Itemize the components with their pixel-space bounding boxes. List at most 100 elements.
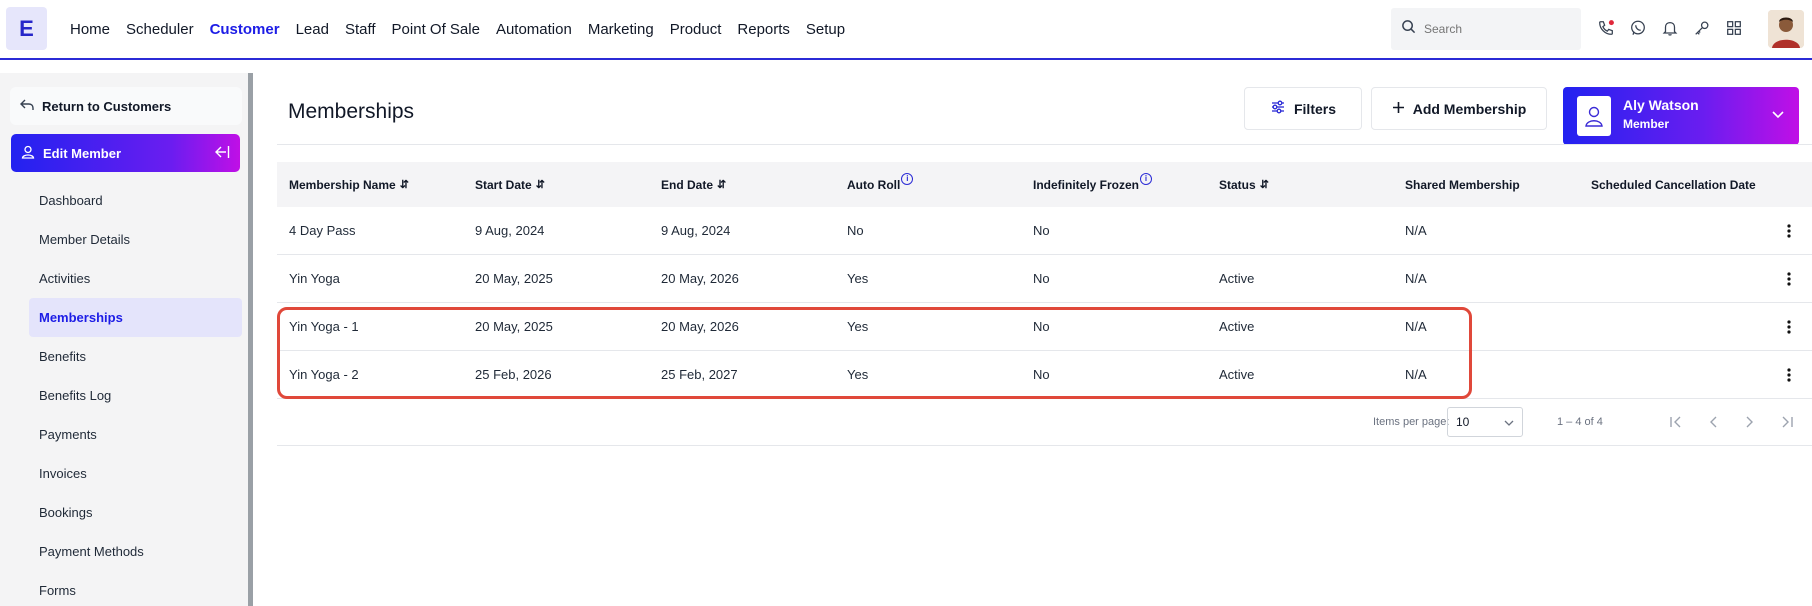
pagination: Items per page: 10 1 – 4 of 4 xyxy=(277,399,1812,446)
cell-end-date: 25 Feb, 2027 xyxy=(661,367,738,382)
return-label: Return to Customers xyxy=(42,98,172,114)
main-nav: Home Scheduler Customer Lead Staff Point… xyxy=(70,0,845,58)
row-actions-kebab-icon[interactable] xyxy=(1779,303,1799,350)
sort-icon: ⇵ xyxy=(1259,179,1269,191)
cell-indefinitely-frozen: No xyxy=(1033,271,1050,286)
cell-membership-name: Yin Yoga - 1 xyxy=(289,319,359,334)
plus-icon xyxy=(1392,101,1405,117)
edit-member-header: Edit Member xyxy=(11,134,240,172)
nav-item-automation[interactable]: Automation xyxy=(496,21,572,38)
cell-scheduled-cancellation xyxy=(1591,207,1771,254)
return-arrow-icon xyxy=(20,99,34,114)
sidebar-item-benefits[interactable]: Benefits xyxy=(29,337,242,376)
user-icon xyxy=(21,145,35,162)
col-membership-name[interactable]: Membership Name ⇵ xyxy=(289,162,409,207)
next-page-icon[interactable] xyxy=(1739,411,1761,433)
last-page-icon[interactable] xyxy=(1776,411,1798,433)
cell-status: Active xyxy=(1219,319,1255,334)
nav-item-customer[interactable]: Customer xyxy=(210,21,280,38)
add-membership-button[interactable]: Add Membership xyxy=(1371,87,1547,130)
collapse-sidebar-icon[interactable] xyxy=(214,144,230,163)
col-auto-roll: Auto Roll i xyxy=(847,162,914,207)
filters-label: Filters xyxy=(1293,100,1336,117)
sidebar-item-dashboard[interactable]: Dashboard xyxy=(29,181,242,220)
cell-end-date: 20 May, 2026 xyxy=(661,319,739,334)
phone-icon[interactable] xyxy=(1596,17,1616,39)
items-per-page-select[interactable]: 10 xyxy=(1447,407,1523,437)
col-scheduled-cancellation-date: Scheduled Cancellation Date xyxy=(1591,177,1756,192)
cell-end-date: 9 Aug, 2024 xyxy=(661,223,731,238)
row-actions-kebab-icon[interactable] xyxy=(1779,255,1799,302)
row-actions-kebab-icon[interactable] xyxy=(1779,207,1799,254)
previous-page-icon[interactable] xyxy=(1702,411,1724,433)
first-page-icon[interactable] xyxy=(1665,411,1687,433)
grid-icon[interactable] xyxy=(1724,17,1744,39)
row-actions-kebab-icon[interactable] xyxy=(1779,351,1799,398)
nav-item-marketing[interactable]: Marketing xyxy=(588,21,654,38)
search-box[interactable] xyxy=(1391,8,1581,50)
edit-member-label: Edit Member xyxy=(43,145,122,161)
table-row[interactable]: Yin Yoga - 1 20 May, 2025 20 May, 2026 Y… xyxy=(277,303,1812,351)
cell-auto-roll: Yes xyxy=(847,367,869,382)
cell-scheduled-cancellation xyxy=(1591,303,1771,350)
bell-icon[interactable] xyxy=(1660,17,1680,39)
col-status[interactable]: Status ⇵ xyxy=(1219,162,1269,207)
nav-item-staff[interactable]: Staff xyxy=(345,21,376,38)
sidebar-item-payment-methods[interactable]: Payment Methods xyxy=(29,532,242,571)
col-end-date[interactable]: End Date ⇵ xyxy=(661,162,726,207)
sort-icon: ⇵ xyxy=(399,179,409,191)
sidebar-item-memberships[interactable]: Memberships xyxy=(29,298,242,337)
cell-indefinitely-frozen: No xyxy=(1033,367,1050,382)
sidebar-item-forms[interactable]: Forms xyxy=(29,571,242,606)
return-to-customers-button[interactable]: Return to Customers xyxy=(10,87,242,125)
nav-item-point-of-sale[interactable]: Point Of Sale xyxy=(392,21,480,38)
search-icon xyxy=(1401,19,1416,39)
whatsapp-icon[interactable] xyxy=(1628,17,1648,39)
cell-membership-name: Yin Yoga xyxy=(289,271,340,286)
cell-indefinitely-frozen: No xyxy=(1033,319,1050,334)
table-row[interactable]: 4 Day Pass 9 Aug, 2024 9 Aug, 2024 No No… xyxy=(277,207,1812,255)
cell-auto-roll: Yes xyxy=(847,319,869,334)
col-indefinitely-frozen: Indefinitely Frozen i xyxy=(1033,162,1153,207)
nav-item-reports[interactable]: Reports xyxy=(737,21,790,38)
info-icon[interactable]: i xyxy=(901,172,914,185)
sidebar-item-activities[interactable]: Activities xyxy=(29,259,242,298)
nav-item-product[interactable]: Product xyxy=(670,21,722,38)
cell-shared-membership: N/A xyxy=(1405,271,1427,286)
sidebar-item-benefits-log[interactable]: Benefits Log xyxy=(29,376,242,415)
cell-status: Active xyxy=(1219,271,1255,286)
sidebar-item-member-details[interactable]: Member Details xyxy=(29,220,242,259)
cell-start-date: 25 Feb, 2026 xyxy=(475,367,552,382)
nav-item-home[interactable]: Home xyxy=(70,21,110,38)
header-divider xyxy=(277,144,1812,145)
cell-shared-membership: N/A xyxy=(1405,367,1427,382)
sidebar-item-payments[interactable]: Payments xyxy=(29,415,242,454)
cell-auto-roll: Yes xyxy=(847,271,869,286)
chevron-down-icon xyxy=(1771,107,1785,125)
nav-item-lead[interactable]: Lead xyxy=(296,21,329,38)
memberships-table: Membership Name ⇵ Start Date ⇵ End Date ⇵ A… xyxy=(277,162,1812,399)
nav-item-scheduler[interactable]: Scheduler xyxy=(126,21,194,38)
sidebar-item-invoices[interactable]: Invoices xyxy=(29,454,242,493)
table-row[interactable]: Yin Yoga 20 May, 2025 20 May, 2026 Yes N… xyxy=(277,255,1812,303)
cell-membership-name: 4 Day Pass xyxy=(289,223,356,238)
cell-scheduled-cancellation xyxy=(1591,351,1771,398)
items-per-page-label: Items per page: xyxy=(1373,416,1450,428)
member-role: Member xyxy=(1623,117,1670,131)
key-icon[interactable] xyxy=(1692,17,1712,39)
sidebar-scrollbar[interactable] xyxy=(248,73,253,606)
page-title: Memberships xyxy=(288,100,415,123)
filters-button[interactable]: Filters xyxy=(1244,87,1362,130)
app-logo[interactable]: E xyxy=(6,7,47,50)
info-icon[interactable]: i xyxy=(1140,172,1153,185)
sidebar-menu: Dashboard Member Details Activities Memb… xyxy=(29,181,242,606)
col-start-date[interactable]: Start Date ⇵ xyxy=(475,162,545,207)
sidebar-item-bookings[interactable]: Bookings xyxy=(29,493,242,532)
cell-shared-membership: N/A xyxy=(1405,319,1427,334)
nav-item-setup[interactable]: Setup xyxy=(806,21,845,38)
table-row[interactable]: Yin Yoga - 2 25 Feb, 2026 25 Feb, 2027 Y… xyxy=(277,351,1812,399)
member-selector[interactable]: Aly Watson Member xyxy=(1563,87,1799,145)
search-input[interactable] xyxy=(1424,22,1574,36)
user-avatar[interactable] xyxy=(1768,10,1804,48)
sidebar: Return to Customers Edit Member Dashboar… xyxy=(0,73,252,606)
